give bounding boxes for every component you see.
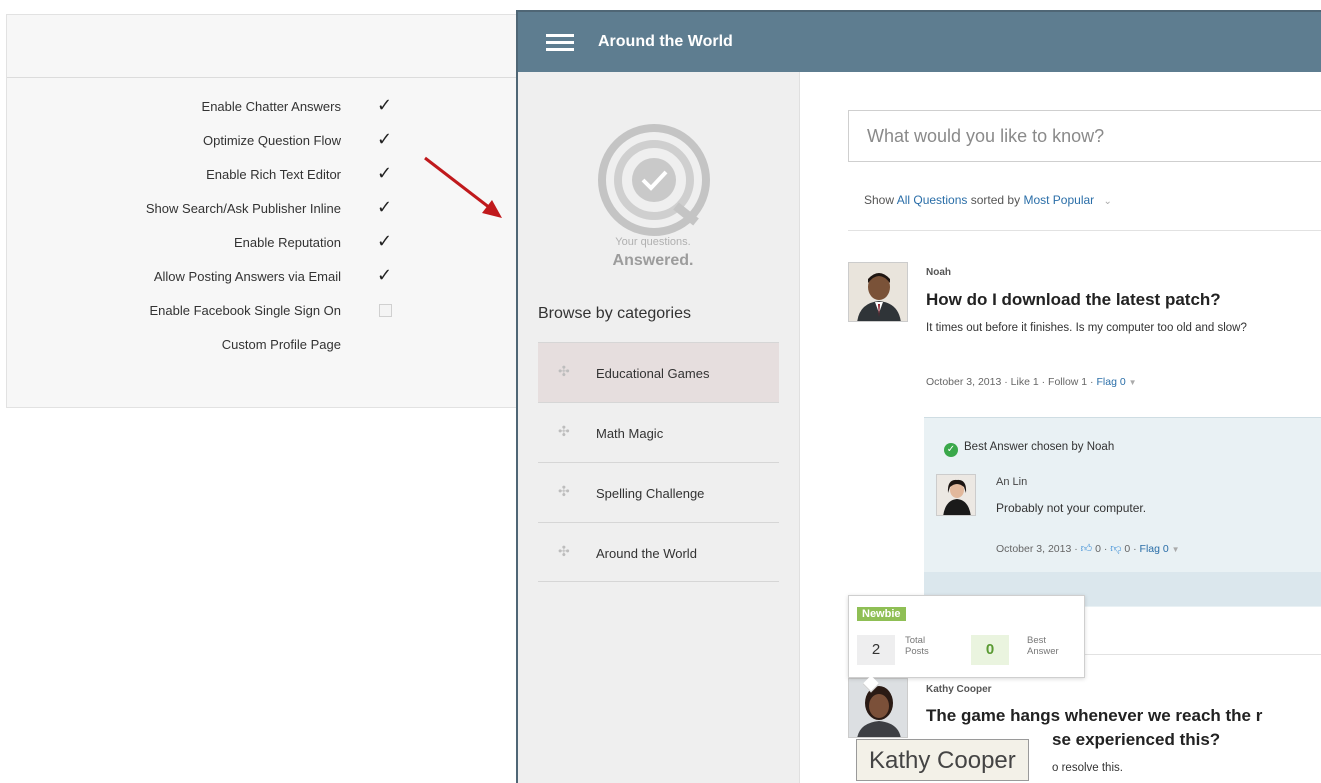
- user-hovercard: Newbie 2 Total Posts 0 Best Answer: [848, 595, 1085, 693]
- setting-label: Custom Profile Page: [221, 337, 341, 352]
- menu-icon[interactable]: [546, 34, 574, 54]
- question-body: o resolve this.: [1052, 762, 1123, 774]
- category-educational-games[interactable]: ✣ Educational Games: [538, 342, 779, 402]
- question-date: October 3, 2013: [926, 376, 1002, 388]
- like-link[interactable]: Like 1: [1011, 376, 1039, 388]
- sidebar: Your questions. Answered. Browse by cate…: [518, 72, 800, 783]
- answer-flag-link[interactable]: Flag 0: [1140, 543, 1169, 555]
- checkmark-icon[interactable]: ✓: [377, 129, 397, 150]
- filter-scope-link[interactable]: All Questions: [897, 193, 968, 207]
- category-icon: ✣: [558, 544, 570, 560]
- best-answer-label-line2: Answer: [1027, 646, 1059, 657]
- setting-label: Enable Chatter Answers: [201, 99, 341, 114]
- checkmark-icon[interactable]: ✓: [377, 163, 397, 184]
- thumbs-down-icon[interactable]: 👎︎: [1110, 542, 1121, 555]
- question-body: It times out before it finishes. Is my c…: [926, 322, 1247, 334]
- setting-allow-posting-via-email: Allow Posting Answers via Email ✓: [7, 265, 521, 291]
- total-posts-count: 2: [857, 635, 895, 665]
- community-title: Around the World: [598, 33, 733, 50]
- best-answer-label: Best Answer chosen by Noah: [964, 441, 1115, 453]
- best-answer-count: 0: [971, 635, 1009, 665]
- chevron-down-icon[interactable]: ⌄: [1104, 196, 1112, 207]
- name-tooltip: Kathy Cooper: [856, 739, 1029, 781]
- upvote-count: 0: [1095, 543, 1101, 555]
- best-answer-label-line1: Best: [1027, 635, 1047, 646]
- person-icon: [849, 263, 907, 321]
- question-search-input[interactable]: [849, 111, 1321, 161]
- question-title[interactable]: The game hangs whenever we reach the r: [926, 706, 1262, 726]
- setting-label: Optimize Question Flow: [203, 133, 341, 148]
- reputation-badge: Newbie: [857, 607, 906, 621]
- logo-tagline: Your questions.: [615, 236, 691, 248]
- question-meta: October 3, 2013 · Like 1 · Follow 1 · Fl…: [926, 376, 1137, 388]
- question-title[interactable]: How do I download the latest patch?: [926, 290, 1221, 310]
- setting-label: Enable Reputation: [234, 235, 341, 250]
- checkmark-icon[interactable]: ✓: [377, 265, 397, 286]
- total-posts-label-line1: Total: [905, 635, 926, 646]
- setting-label: Allow Posting Answers via Email: [153, 269, 341, 284]
- top-bar: Around the World: [518, 12, 1321, 72]
- settings-header: [7, 15, 521, 78]
- category-math-magic[interactable]: ✣ Math Magic: [538, 402, 779, 462]
- category-label: Around the World: [596, 546, 697, 561]
- downvote-count: 0: [1124, 543, 1131, 555]
- category-label: Math Magic: [596, 426, 664, 441]
- answer-author[interactable]: An Lin: [996, 476, 1027, 488]
- question-author[interactable]: Noah: [926, 267, 951, 278]
- avatar-kathy-cooper[interactable]: [848, 678, 908, 738]
- category-icon: ✣: [558, 364, 570, 380]
- question-author[interactable]: Kathy Cooper: [926, 684, 992, 695]
- search-box: [848, 110, 1321, 162]
- browse-categories-title: Browse by categories: [538, 305, 691, 322]
- feed-filter: Show All Questions sorted by Most Popula…: [864, 193, 1112, 207]
- filter-sorted-label: sorted by: [970, 193, 1021, 207]
- answer-meta: October 3, 2013 · 👍︎ 0 · 👎︎ 0 · Flag 0 ▼: [996, 542, 1180, 555]
- category-spelling-challenge[interactable]: ✣ Spelling Challenge: [538, 462, 779, 522]
- setting-custom-profile-page: Custom Profile Page: [7, 333, 521, 359]
- category-label: Educational Games: [596, 366, 710, 381]
- check-circle-icon: ✓: [944, 443, 958, 457]
- logo-tagline-bold: Answered.: [612, 252, 694, 269]
- divider: [848, 230, 1321, 231]
- setting-label: Show Search/Ask Publisher Inline: [145, 201, 341, 216]
- flag-link[interactable]: Flag 0: [1096, 376, 1125, 388]
- category-around-the-world[interactable]: ✣ Around the World: [538, 522, 779, 582]
- community-window: Around the World Your questions. Answere…: [516, 10, 1321, 783]
- answer-body: Probably not your computer.: [996, 501, 1147, 515]
- setting-label: Enable Facebook Single Sign On: [149, 303, 341, 318]
- answer-date: October 3, 2013: [996, 543, 1072, 555]
- checkmark-icon[interactable]: ✓: [377, 197, 397, 218]
- red-arrow-icon: [424, 156, 502, 218]
- checkmark-icon[interactable]: ✓: [377, 95, 397, 116]
- chevron-down-icon[interactable]: ▼: [1129, 378, 1137, 387]
- follow-link[interactable]: Follow 1: [1048, 376, 1087, 388]
- thumbs-up-icon[interactable]: 👍︎: [1081, 542, 1093, 555]
- avatar-noah[interactable]: [848, 262, 908, 322]
- total-posts-label: Total Posts: [905, 635, 929, 657]
- category-icon: ✣: [558, 484, 570, 500]
- category-label: Spelling Challenge: [596, 486, 705, 501]
- filter-show-label: Show: [864, 193, 895, 207]
- question-title-continued[interactable]: se experienced this?: [1052, 730, 1220, 750]
- category-list: ✣ Educational Games ✣ Math Magic ✣ Spell…: [538, 342, 779, 582]
- sort-option-link[interactable]: Most Popular: [1023, 193, 1094, 207]
- person-icon: [937, 475, 975, 515]
- setting-label: Enable Rich Text Editor: [206, 167, 341, 182]
- category-icon: ✣: [558, 424, 570, 440]
- total-posts-label-line2: Posts: [905, 646, 929, 657]
- person-icon: [849, 679, 907, 737]
- answers-logo-icon: [598, 124, 710, 236]
- chevron-down-icon[interactable]: ▼: [1172, 545, 1180, 554]
- best-answer-header: ✓ Best Answer chosen by Noah: [944, 441, 1114, 457]
- avatar-an-lin[interactable]: [936, 474, 976, 516]
- setting-enable-reputation: Enable Reputation ✓: [7, 231, 521, 257]
- best-answer-label: Best Answer: [1027, 635, 1059, 657]
- setting-enable-chatter-answers: Enable Chatter Answers ✓: [7, 95, 521, 121]
- setting-enable-facebook-sso: Enable Facebook Single Sign On: [7, 299, 521, 325]
- facebook-sso-checkbox[interactable]: [379, 304, 392, 317]
- checkmark-icon[interactable]: ✓: [377, 231, 397, 252]
